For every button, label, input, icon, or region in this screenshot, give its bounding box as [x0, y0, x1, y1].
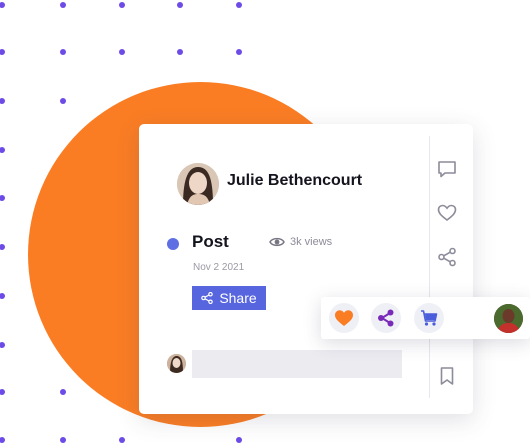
share-button[interactable]: Share	[192, 286, 266, 310]
share-button-label: Share	[219, 290, 257, 306]
bookmark-icon	[440, 367, 454, 385]
post-indicator-dot	[167, 238, 179, 250]
comment-input[interactable]	[192, 350, 402, 378]
heart-icon	[437, 204, 457, 222]
sidebar-bookmark-button[interactable]	[435, 364, 459, 388]
share-icon	[378, 309, 394, 327]
comment-icon	[438, 161, 456, 178]
reactor-avatar[interactable]	[494, 304, 523, 333]
post-card: Julie Bethencourt Post 3k views Nov 2 20…	[139, 124, 473, 414]
sidebar-comment-button[interactable]	[435, 157, 459, 181]
author-avatar[interactable]	[177, 163, 219, 205]
reaction-like-button[interactable]	[329, 303, 359, 333]
post-title: Post	[192, 232, 229, 251]
share-icon	[201, 292, 214, 304]
views-count: 3k views	[290, 236, 333, 248]
heart-icon	[335, 310, 353, 326]
reaction-cart-button[interactable]	[414, 303, 444, 333]
side-divider	[429, 136, 430, 398]
reaction-share-button[interactable]	[371, 303, 401, 333]
sidebar-share-button[interactable]	[435, 245, 459, 269]
eye-icon	[269, 237, 285, 247]
reaction-bar	[321, 297, 530, 339]
commenter-avatar	[167, 354, 186, 373]
author-name[interactable]: Julie Bethencourt	[227, 172, 362, 190]
share-icon	[438, 247, 456, 267]
cart-icon	[421, 310, 438, 326]
views-counter: 3k views	[269, 236, 332, 248]
post-date: Nov 2 2021	[193, 262, 245, 273]
sidebar-like-button[interactable]	[435, 201, 459, 225]
